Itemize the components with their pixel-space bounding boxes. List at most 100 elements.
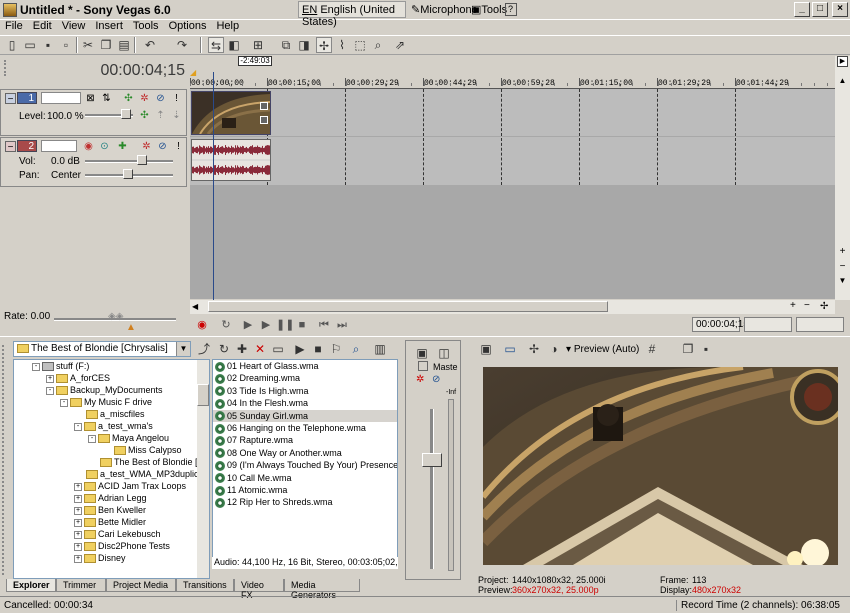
play-icon[interactable]: ▶ xyxy=(258,317,274,333)
split-screen-icon[interactable]: ◑ xyxy=(546,341,562,357)
preview-quality-dropdown[interactable]: ▾ Preview (Auto) xyxy=(566,344,639,355)
snap-icon[interactable]: ⇆ xyxy=(208,37,224,53)
timeline-cursor[interactable] xyxy=(213,72,214,300)
track-fx-icon[interactable]: ✲ xyxy=(141,141,152,152)
parent-motion-icon[interactable]: ✣ xyxy=(139,110,150,121)
collapse-icon[interactable]: - xyxy=(46,386,54,395)
auto-ripple-icon[interactable]: ◧ xyxy=(226,37,242,53)
master-fader-track[interactable] xyxy=(430,409,434,569)
mute-icon[interactable]: ⊘ xyxy=(155,93,166,104)
undo-icon[interactable]: ↶ xyxy=(142,37,158,53)
file-item[interactable]: 02 Dreaming.wma xyxy=(213,372,397,385)
copy-icon[interactable]: ❐ xyxy=(98,37,114,53)
open-icon[interactable]: ▭ xyxy=(22,37,38,53)
file-item[interactable]: 07 Rapture.wma xyxy=(213,434,397,446)
expand-icon[interactable]: + xyxy=(74,494,82,503)
move-down-icon[interactable]: ⇣ xyxy=(171,110,182,121)
track-name-field[interactable] xyxy=(41,92,81,104)
tree-item[interactable]: + Cari Lekebusch xyxy=(14,528,209,540)
loop-playback-icon[interactable]: ↻ xyxy=(218,317,234,333)
track-expand-icon[interactable]: − xyxy=(5,93,16,105)
menu-view[interactable]: View xyxy=(57,20,91,32)
file-item[interactable]: 01 Heart of Glass.wma xyxy=(213,360,397,372)
tab-transitions[interactable]: Transitions xyxy=(176,579,234,592)
tree-item[interactable]: + Disc2Phone Tests xyxy=(14,540,209,552)
h-zoom-in-icon[interactable]: + xyxy=(790,300,796,311)
tree-item[interactable]: - Maya Angelou xyxy=(14,432,209,444)
lock-envelopes-icon[interactable]: ⊞ xyxy=(250,37,266,53)
refresh-icon[interactable]: ↻ xyxy=(216,341,232,357)
tree-item[interactable]: a_miscfiles xyxy=(14,408,209,420)
mixer-properties-icon[interactable]: ▣ xyxy=(414,345,430,361)
menu-options[interactable]: Options xyxy=(164,20,212,32)
solo-icon[interactable]: ! xyxy=(173,141,184,152)
expand-icon[interactable]: + xyxy=(74,506,82,515)
explorer-play-icon[interactable]: ▶ xyxy=(292,341,308,357)
make-compositing-child-icon[interactable]: ⇅ xyxy=(101,93,112,104)
crossfade-icon[interactable]: ◨ xyxy=(296,37,312,53)
tree-item[interactable]: + Bette Midler xyxy=(14,516,209,528)
explorer-location-combo[interactable]: The Best of Blondie [Chrysalis] ▼ xyxy=(13,341,191,357)
file-item[interactable]: 03 Tide Is High.wma xyxy=(213,385,397,397)
timeline-vertical-scrollbar[interactable]: ▶ ▲ + − ▼ xyxy=(835,56,850,300)
tab-trimmer[interactable]: Trimmer xyxy=(56,579,106,592)
language-selector[interactable]: EN English (United States) xyxy=(298,1,406,28)
preview-properties-icon[interactable]: ▣ xyxy=(478,341,494,357)
paste-icon[interactable]: ▤ xyxy=(116,37,132,53)
arm-record-icon[interactable]: ◉ xyxy=(83,141,94,152)
h-zoom-out-icon[interactable]: − xyxy=(804,300,810,311)
selection-tool-icon[interactable]: ⬚ xyxy=(352,37,368,53)
horizontal-scroll-thumb[interactable] xyxy=(208,301,608,312)
new-folder-icon[interactable]: ✚ xyxy=(234,341,250,357)
minimize-button[interactable]: _ xyxy=(794,2,810,17)
collapse-icon[interactable]: - xyxy=(88,434,96,443)
selection-end-field[interactable] xyxy=(796,317,844,332)
file-item[interactable]: 08 One Way or Another.wma xyxy=(213,447,397,459)
composite-mode-icon[interactable]: ⊠ xyxy=(85,93,96,104)
explorer-stop-icon[interactable]: ■ xyxy=(310,341,326,357)
audio-track-lane[interactable] xyxy=(190,137,835,185)
tree-item[interactable]: + Adrian Legg xyxy=(14,492,209,504)
menu-help[interactable]: Help xyxy=(211,20,244,32)
normal-edit-tool-icon[interactable]: ✢ xyxy=(316,37,332,53)
tree-scrollbar[interactable] xyxy=(197,360,209,578)
video-fx-icon[interactable]: ✢ xyxy=(526,341,542,357)
move-up-icon[interactable]: ⇡ xyxy=(155,110,166,121)
tree-item[interactable]: Miss Calypso xyxy=(14,444,209,456)
save-icon[interactable]: ▪ xyxy=(40,37,56,53)
collapse-icon[interactable]: - xyxy=(60,398,68,407)
save-snapshot-icon[interactable]: ▪ xyxy=(698,341,714,357)
file-item[interactable]: 11 Atomic.wma xyxy=(213,484,397,496)
tree-item[interactable]: + ACID Jam Trax Loops xyxy=(14,480,209,492)
track-expand-icon[interactable]: − xyxy=(5,141,16,153)
go-to-end-icon[interactable]: ⏭ xyxy=(334,317,350,333)
add-to-project-icon[interactable]: ▭ xyxy=(270,341,286,357)
play-from-start-icon[interactable]: ▶ xyxy=(240,317,256,333)
file-list[interactable]: 01 Heart of Glass.wma 02 Dreaming.wma 03 T… xyxy=(212,359,398,569)
file-item[interactable]: 09 (I'm Always Touched By Your) Presence… xyxy=(213,459,397,471)
vol-slider-track[interactable] xyxy=(85,160,173,163)
mute-icon[interactable]: ⊘ xyxy=(157,141,168,152)
track-name-field[interactable] xyxy=(41,140,77,152)
tree-item[interactable]: a_test_WMA_MP3duplicate xyxy=(14,468,209,480)
envelope-tool-icon[interactable]: ⌇ xyxy=(334,37,350,53)
expand-icon[interactable]: + xyxy=(74,554,82,563)
audio-event[interactable] xyxy=(191,139,271,181)
redo-icon[interactable]: ↷ xyxy=(174,37,190,53)
tab-explorer[interactable]: Explorer xyxy=(6,579,56,592)
video-event[interactable] xyxy=(191,91,271,135)
tree-item[interactable]: + A_forCES xyxy=(14,372,209,384)
overlays-icon[interactable]: # xyxy=(644,341,660,357)
file-item[interactable]: 10 Call Me.wma xyxy=(213,472,397,484)
menu-file[interactable]: File xyxy=(0,20,28,32)
collapse-icon[interactable]: - xyxy=(32,362,40,371)
rate-slider-thumb[interactable]: ◈◈ xyxy=(108,311,123,322)
menu-tools[interactable]: Tools xyxy=(128,20,164,32)
vol-slider-thumb[interactable] xyxy=(137,155,147,165)
master-fx-icon[interactable]: ✲ xyxy=(416,374,424,385)
expand-icon[interactable]: + xyxy=(74,542,82,551)
video-track-header[interactable]: − 1 ⊠ ⇅ ✣ ✲ ⊘ ! Level: 100.0 % ✣ ⇡ ⇣ xyxy=(0,89,187,136)
menu-edit[interactable]: Edit xyxy=(28,20,57,32)
up-one-level-icon[interactable]: ⤴ xyxy=(196,341,212,357)
maximize-button[interactable]: □ xyxy=(812,2,828,17)
